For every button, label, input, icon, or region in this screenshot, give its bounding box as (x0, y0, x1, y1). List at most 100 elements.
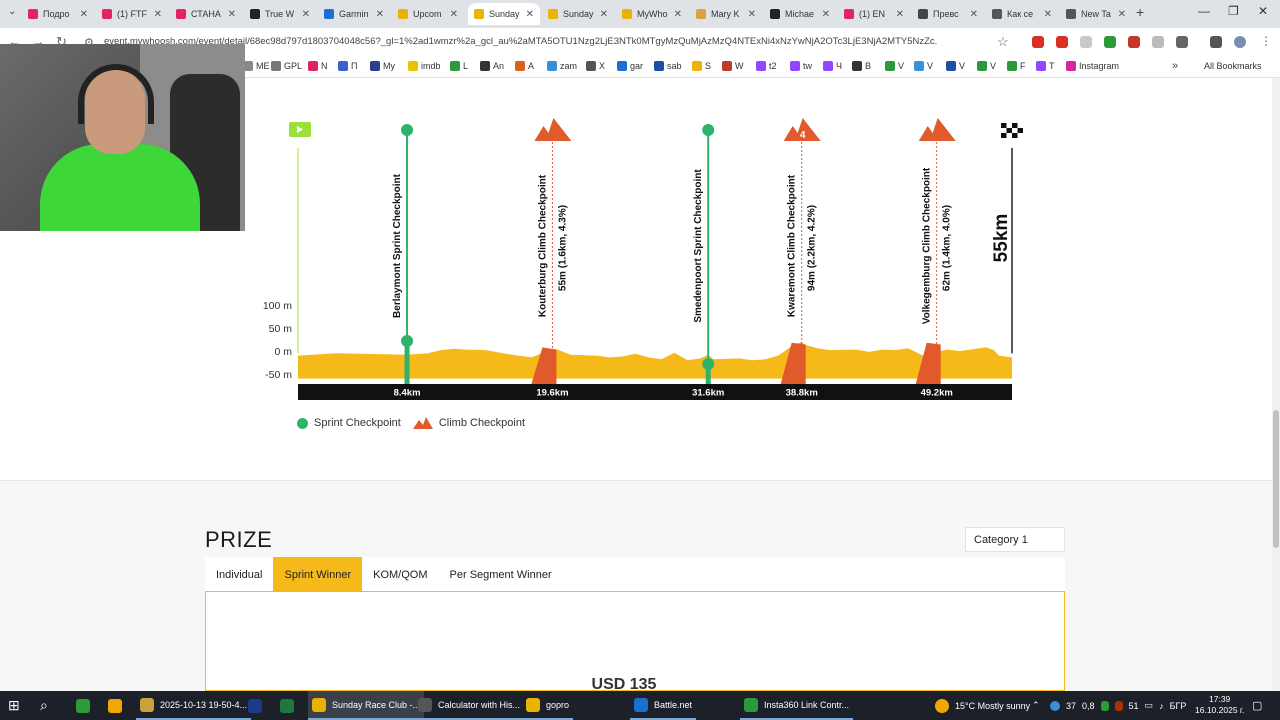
bookmark-item[interactable]: T (1036, 61, 1055, 71)
taskbar-app[interactable]: Battle.net (630, 691, 697, 720)
tab-close-icon[interactable]: ✕ (526, 9, 534, 20)
bookmark-item[interactable]: X (586, 61, 605, 71)
taskbar-app[interactable] (244, 691, 266, 720)
browser-tab[interactable]: New Ta ✕ (1060, 3, 1132, 25)
new-tab-button[interactable]: + (1136, 4, 1144, 20)
taskbar-app[interactable]: 2025-10-13 19-50-4... (136, 691, 252, 720)
menu-kebab-icon[interactable]: ⋮ (1260, 34, 1272, 48)
tab-close-icon[interactable]: ✕ (154, 9, 162, 20)
tray-expand-icon[interactable]: ⌃ (1032, 691, 1040, 720)
browser-tab[interactable]: Sunday ✕ (542, 3, 614, 25)
prize-tab[interactable]: Sprint Winner (273, 557, 363, 592)
browser-tab[interactable]: Upcom ✕ (392, 3, 464, 25)
browser-tab[interactable]: True W ✕ (244, 3, 316, 25)
page-scrollbar[interactable] (1272, 78, 1280, 691)
bookmark-item[interactable]: gar (617, 61, 643, 71)
tab-close-icon[interactable]: ✕ (748, 9, 756, 20)
tray-app-icon[interactable] (1050, 700, 1060, 711)
taskbar-app[interactable] (276, 691, 298, 720)
category-select[interactable]: Category 1 (965, 527, 1065, 552)
browser-tab[interactable]: MyWho ✕ (616, 3, 688, 25)
bookmark-item[interactable]: imdb (408, 61, 441, 71)
network-icon[interactable]: ▭ (1145, 700, 1154, 711)
bookmark-item[interactable]: N (308, 61, 328, 71)
extensions-puzzle-icon[interactable] (1176, 36, 1188, 48)
browser-tab[interactable]: (1) FTF ✕ (96, 3, 168, 25)
taskbar-app[interactable]: gopro (522, 691, 574, 720)
restore-icon[interactable]: ❐ (1228, 4, 1239, 18)
tab-close-icon[interactable]: ✕ (1044, 9, 1052, 20)
bookmark-item[interactable]: B (852, 61, 871, 71)
tab-close-icon[interactable]: ✕ (822, 9, 830, 20)
browser-tab[interactable]: Garmin ✕ (318, 3, 390, 25)
windows-start-icon[interactable]: ⊞ (8, 691, 20, 720)
browser-tab[interactable]: Превс ✕ (912, 3, 984, 25)
prize-tab[interactable]: Per Segment Winner (439, 557, 563, 592)
taskbar-app[interactable]: Sunday Race Club -... (308, 691, 425, 720)
bookmark-item[interactable]: tw (790, 61, 812, 71)
volume-icon[interactable]: ♪ (1159, 701, 1164, 711)
prize-tab[interactable]: KOM/QOM (362, 557, 438, 592)
all-bookmarks-folder[interactable]: All Bookmarks (1204, 61, 1262, 71)
tab-close-icon[interactable]: ✕ (674, 9, 682, 20)
taskbar-app[interactable]: Calculator with His... (414, 691, 525, 720)
extension-icon[interactable] (1032, 36, 1044, 48)
browser-tab[interactable]: СТАНА ✕ (170, 3, 242, 25)
bookmark-item[interactable]: ME (243, 61, 270, 71)
browser-tab[interactable]: Sunday ✕ (468, 3, 540, 25)
browser-tab[interactable]: Как се ✕ (986, 3, 1058, 25)
bookmark-item[interactable]: An (480, 61, 504, 71)
bookmark-item[interactable]: A (515, 61, 534, 71)
taskbar-clock[interactable]: 17:39 16.10.2025 г. (1195, 694, 1244, 716)
media-controls-icon[interactable] (1210, 36, 1222, 48)
browser-tab[interactable]: Подро ✕ (22, 3, 94, 25)
bookmark-item[interactable]: zam (547, 61, 577, 71)
tab-search-chevron-icon[interactable]: ⌄ (8, 6, 16, 17)
bookmark-item[interactable]: V (914, 61, 933, 71)
extension-icon[interactable] (1104, 36, 1116, 48)
minimize-icon[interactable]: — (1198, 4, 1210, 18)
scrollbar-thumb[interactable] (1273, 410, 1279, 548)
tab-close-icon[interactable]: ✕ (896, 9, 904, 20)
bookmark-item[interactable]: GPL (271, 61, 302, 71)
tab-close-icon[interactable]: ✕ (228, 9, 236, 20)
notifications-icon[interactable]: ▢ (1252, 691, 1262, 720)
bookmark-item[interactable]: My (370, 61, 395, 71)
keyboard-language[interactable]: БГР (1170, 701, 1187, 711)
tab-close-icon[interactable]: ✕ (970, 9, 978, 20)
tab-close-icon[interactable]: ✕ (1118, 9, 1126, 20)
extension-icon[interactable] (1056, 36, 1068, 48)
bookmark-item[interactable]: Ч (823, 61, 842, 71)
bookmark-item[interactable]: S (692, 61, 711, 71)
taskbar-app[interactable] (72, 691, 94, 720)
bookmark-item[interactable]: V (977, 61, 996, 71)
prize-tab[interactable]: Individual (205, 557, 273, 592)
tab-close-icon[interactable]: ✕ (302, 9, 310, 20)
bookmark-item[interactable]: F (1007, 61, 1026, 71)
bookmark-item[interactable]: V (946, 61, 965, 71)
bookmark-item[interactable]: t2 (756, 61, 777, 71)
bookmark-star-icon[interactable]: ☆ (997, 34, 1009, 50)
close-window-icon[interactable]: ✕ (1258, 4, 1268, 18)
bookmark-item[interactable]: L (450, 61, 468, 71)
browser-tab[interactable]: Mary K ✕ (690, 3, 762, 25)
extension-icon[interactable] (1080, 36, 1092, 48)
bookmark-item[interactable]: Instagram (1066, 61, 1119, 71)
tab-close-icon[interactable]: ✕ (450, 9, 458, 20)
browser-tab[interactable]: (1) EN ✕ (838, 3, 910, 25)
taskbar-app[interactable] (104, 691, 126, 720)
tab-close-icon[interactable]: ✕ (600, 9, 608, 20)
taskbar-app[interactable]: Insta360 Link Contr... (740, 691, 854, 720)
search-icon[interactable]: ⌕ (40, 691, 48, 720)
bookmark-item[interactable]: W (722, 61, 744, 71)
bookmarks-overflow-icon[interactable]: » (1172, 60, 1178, 72)
bookmark-item[interactable]: V (885, 61, 904, 71)
extension-icon[interactable] (1128, 36, 1140, 48)
bookmark-item[interactable]: П (338, 61, 357, 71)
profile-avatar[interactable] (1234, 36, 1246, 48)
bookmark-item[interactable]: sab (654, 61, 682, 71)
weather-widget[interactable]: 15°C Mostly sunny (935, 691, 1030, 720)
browser-tab[interactable]: Michae ✕ (764, 3, 836, 25)
tab-close-icon[interactable]: ✕ (80, 9, 88, 20)
tab-close-icon[interactable]: ✕ (376, 9, 384, 20)
